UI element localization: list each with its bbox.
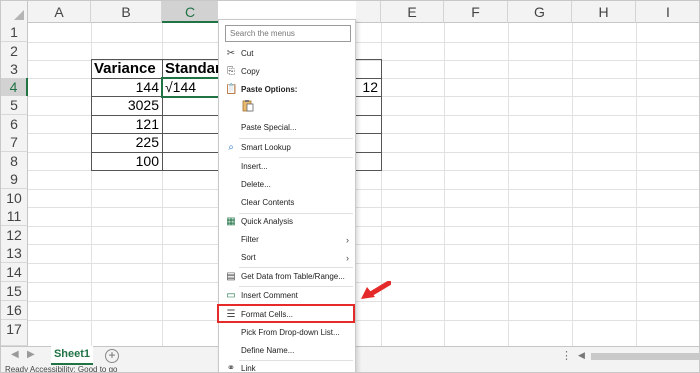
scroll-left-icon[interactable]: ◀ [578, 350, 585, 361]
row-header-10[interactable]: 10 [1, 189, 28, 208]
menu-item-quick-analysis[interactable]: ▦ Quick Analysis [219, 214, 355, 230]
scissors-icon: ✂ [226, 48, 236, 59]
row-header-16[interactable]: 16 [1, 301, 28, 320]
grid-line [508, 23, 509, 346]
grid-line [28, 226, 699, 227]
cell-b5[interactable]: 3025 [91, 96, 162, 115]
link-icon: ⚭ [226, 363, 236, 373]
row-header-12[interactable]: 12 [1, 226, 28, 245]
row-header-1[interactable]: 1 [1, 23, 28, 42]
menu-item-insert-comment[interactable]: ▭ Insert Comment [219, 288, 355, 304]
row-header-2[interactable]: 2 [1, 42, 28, 61]
copy-icon: ⎘ [227, 66, 235, 77]
active-cell-outline [161, 77, 220, 98]
row-header-8[interactable]: 8 [1, 152, 28, 171]
row-header-5[interactable]: 5 [1, 96, 28, 115]
column-header-h[interactable]: H [572, 1, 636, 23]
menu-item-pick-from-list[interactable]: Pick From Drop-down List... [219, 325, 355, 341]
horizontal-scrollbar[interactable] [591, 353, 699, 360]
more-tabs-icon[interactable]: ⋮ [561, 349, 572, 362]
menu-item-link[interactable]: ⚭ Link [219, 361, 355, 373]
menu-separator [239, 138, 353, 139]
grid-line [28, 263, 699, 264]
column-header-a[interactable]: A [28, 1, 91, 23]
row-header-3[interactable]: 3 [1, 60, 28, 79]
grid-line [572, 23, 573, 346]
row-header-17[interactable]: 17 [1, 320, 28, 346]
menu-item-cut[interactable]: ✂ Cut [219, 46, 355, 62]
grid-line [636, 23, 637, 346]
menu-item-sort[interactable]: Sort › [219, 250, 355, 266]
grid-line [28, 244, 699, 245]
grid-line [28, 189, 699, 190]
grid-line [28, 207, 699, 208]
row-header-6[interactable]: 6 [1, 115, 28, 134]
cell-b4[interactable]: 144 [91, 78, 162, 97]
cell-b8[interactable]: 100 [91, 152, 162, 171]
row-header-7[interactable]: 7 [1, 133, 28, 152]
column-header-c[interactable]: C [162, 1, 219, 23]
grid-line [28, 301, 699, 302]
menu-item-get-data[interactable]: ▤ Get Data from Table/Range... [219, 269, 355, 285]
comment-icon: ▭ [226, 290, 236, 301]
column-header-g[interactable]: G [508, 1, 572, 23]
format-cells-highlight [217, 304, 355, 323]
menu-item-define-name[interactable]: Define Name... [219, 343, 355, 359]
select-all-corner[interactable] [1, 1, 28, 23]
menu-item-paste-special[interactable]: Paste Special... [219, 120, 355, 136]
menu-item-clear-contents[interactable]: Clear Contents [219, 195, 355, 211]
menu-item-insert[interactable]: Insert... [219, 159, 355, 175]
column-header-i[interactable]: I [636, 1, 699, 23]
table-icon: ▤ [226, 271, 236, 282]
menu-item-paste-options: 📋 Paste Options: [225, 84, 298, 95]
column-header-f[interactable]: F [444, 1, 508, 23]
grid-line [444, 23, 445, 346]
menu-item-delete[interactable]: Delete... [219, 177, 355, 193]
quick-analysis-icon: ▦ [226, 216, 236, 227]
row-header-9[interactable]: 9 [1, 170, 28, 189]
search-icon: ⌕ [228, 142, 234, 153]
column-header-b[interactable]: B [91, 1, 162, 23]
menu-separator [239, 286, 353, 287]
cell-c3[interactable]: Standard [162, 59, 219, 78]
row-header-4[interactable]: 4 [1, 78, 28, 97]
row-header-11[interactable]: 11 [1, 207, 28, 226]
grid-line [28, 42, 699, 43]
row-header-13[interactable]: 13 [1, 244, 28, 263]
menu-separator [239, 157, 353, 158]
next-sheet-icon[interactable]: ▶ [27, 349, 35, 360]
submenu-arrow-icon: › [346, 253, 349, 263]
prev-sheet-icon[interactable]: ◀ [11, 349, 19, 360]
menu-item-copy[interactable]: ⎘ Copy [219, 64, 355, 80]
sheet-tab-sheet1[interactable]: Sheet1 [51, 346, 93, 365]
menu-separator [239, 267, 353, 268]
add-sheet-icon[interactable]: + [105, 349, 119, 363]
red-arrow-icon [361, 281, 391, 299]
paste-icon: 📋 [225, 84, 238, 95]
menu-item-filter[interactable]: Filter › [219, 232, 355, 248]
excel-window: A B C D E F G H I 1 2 3 4 5 6 7 8 9 10 1… [0, 0, 700, 373]
paste-option-icon[interactable] [242, 99, 254, 112]
submenu-arrow-icon: › [346, 235, 349, 245]
row-header-14[interactable]: 14 [1, 263, 28, 282]
cell-b3[interactable]: Variance [91, 59, 162, 78]
mini-toolbar [218, 1, 356, 19]
column-header-e[interactable]: E [381, 1, 444, 23]
menu-item-smart-lookup[interactable]: ⌕ Smart Lookup [219, 140, 355, 156]
select-all-triangle-icon [14, 10, 24, 20]
menu-search-input[interactable]: Search the menus [225, 25, 351, 42]
row-header-15[interactable]: 15 [1, 282, 28, 301]
grid-line [28, 320, 699, 321]
cell-b7[interactable]: 225 [91, 133, 162, 152]
cell-b6[interactable]: 121 [91, 115, 162, 134]
